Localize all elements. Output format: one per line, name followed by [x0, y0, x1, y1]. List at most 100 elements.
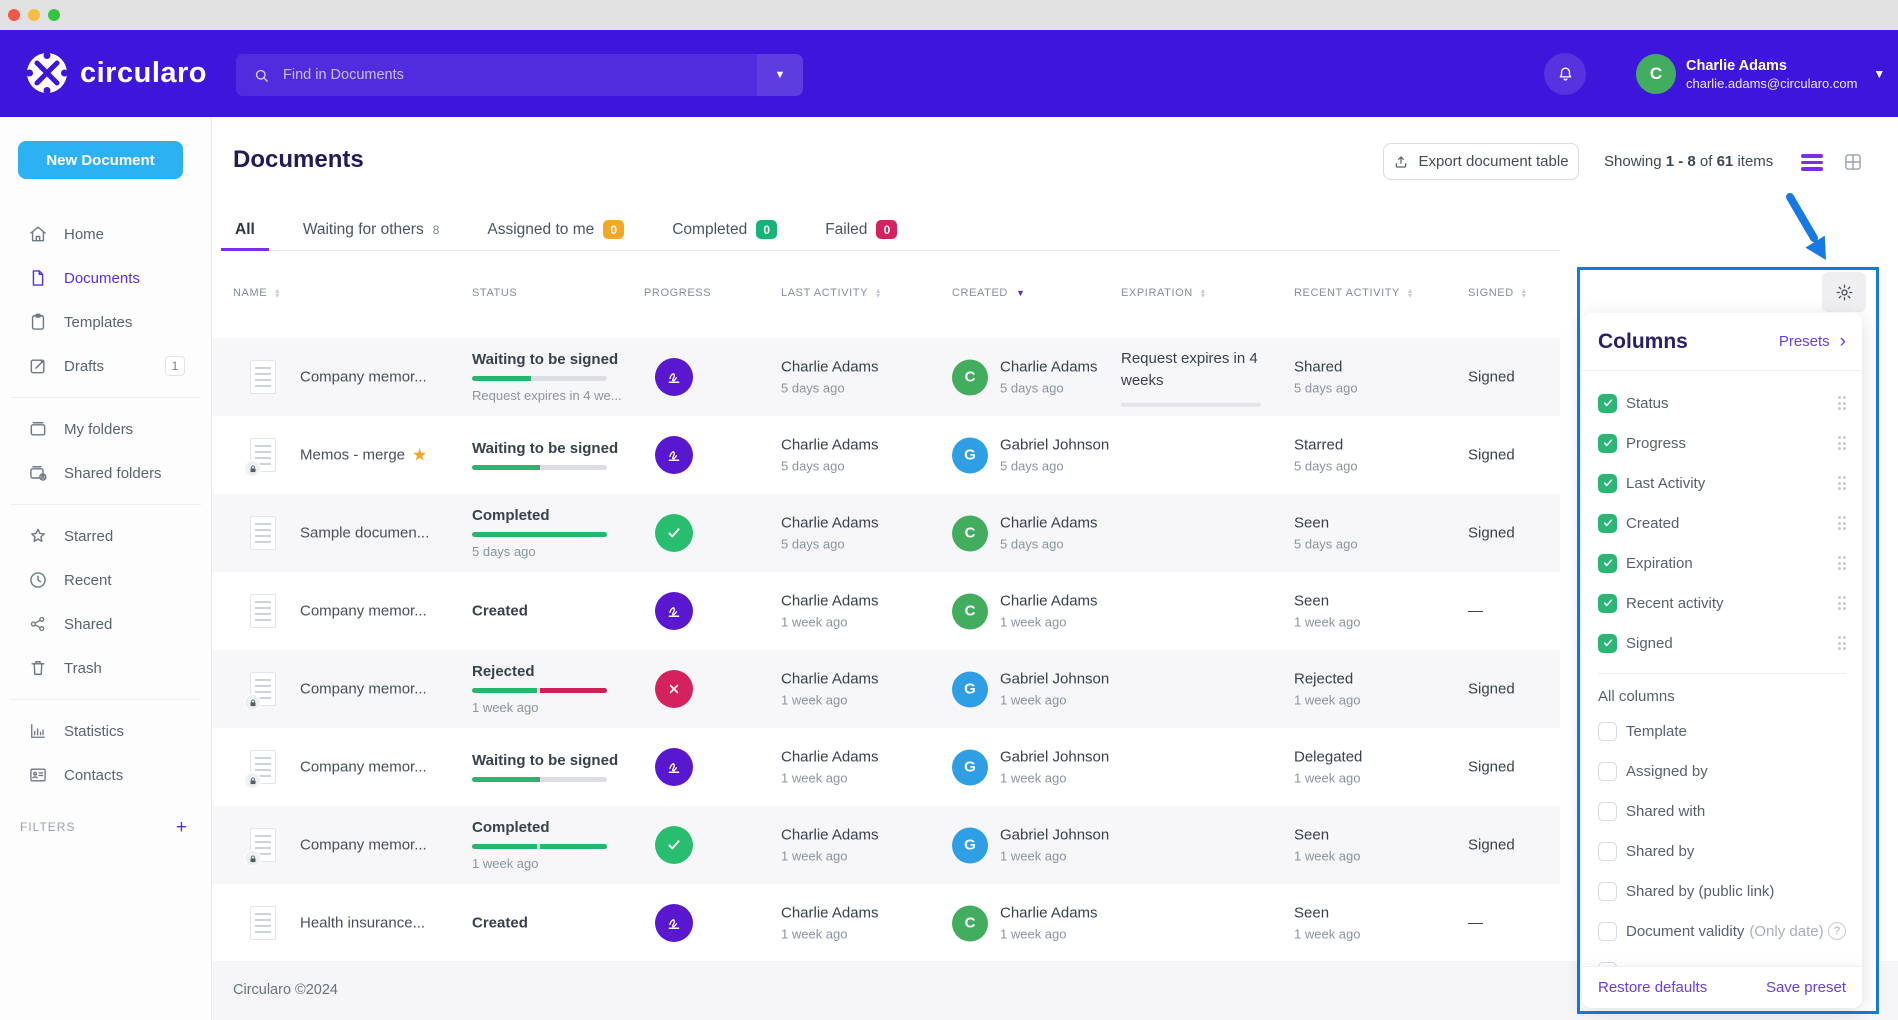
document-name-cell[interactable]: Health insurance...	[300, 915, 465, 932]
column-toggle-row[interactable]: Progress	[1598, 423, 1846, 463]
sidebar-item-documents[interactable]: Documents	[0, 256, 211, 300]
document-name: Company memor...	[300, 681, 465, 698]
notifications-button[interactable]	[1544, 53, 1586, 95]
recent-activity-time: 5 days ago	[1294, 459, 1358, 474]
table-row[interactable]: Health insurance...CreatedCharlie Adams1…	[212, 884, 1560, 962]
column-toggle-row[interactable]: Shared by (public link)	[1598, 871, 1846, 911]
unchecked-checkbox[interactable]	[1598, 802, 1617, 821]
zoom-window-button[interactable]	[48, 9, 60, 21]
drag-handle-icon[interactable]	[1838, 436, 1847, 450]
sidebar-item-trash[interactable]: Trash	[0, 646, 211, 690]
column-header-created[interactable]: CREATED▼	[952, 287, 1025, 299]
restore-defaults-link[interactable]: Restore defaults	[1598, 979, 1707, 996]
presets-button[interactable]: Presets ›	[1779, 332, 1846, 351]
drag-handle-icon[interactable]	[1838, 636, 1847, 650]
column-header-name[interactable]: NAME▴▾	[233, 287, 280, 299]
save-preset-link[interactable]: Save preset	[1766, 979, 1846, 996]
sidebar-item-statistics[interactable]: Statistics	[0, 709, 211, 753]
lock-icon	[244, 694, 261, 711]
column-toggle-row[interactable]: Created	[1598, 503, 1846, 543]
column-header-status[interactable]: STATUS	[472, 287, 517, 299]
sidebar-item-shared-folders[interactable]: Shared folders	[0, 451, 211, 495]
sidebar-item-recent[interactable]: Recent	[0, 558, 211, 602]
column-toggle-label: Template	[1626, 723, 1687, 740]
column-toggle-row[interactable]: Template	[1598, 711, 1846, 751]
column-header-signed[interactable]: SIGNED▴▾	[1468, 287, 1526, 299]
table-row[interactable]: Memos - merge★Waiting to be signedCharli…	[212, 416, 1560, 494]
tab-assigned-to-me[interactable]: Assigned to me0	[485, 209, 626, 250]
checked-checkbox[interactable]	[1598, 554, 1617, 573]
checked-checkbox[interactable]	[1598, 594, 1617, 613]
document-name-cell[interactable]: Sample documen...	[300, 525, 465, 542]
tab-waiting-for-others[interactable]: Waiting for others8	[301, 209, 442, 250]
column-header-recent-activity[interactable]: RECENT ACTIVITY▴▾	[1294, 287, 1413, 299]
search-input[interactable]: Find in Documents ▼	[236, 54, 803, 96]
brand-logo[interactable]: circularo	[26, 52, 207, 94]
document-name-cell[interactable]: Company memor...	[300, 837, 465, 854]
checked-checkbox[interactable]	[1598, 434, 1617, 453]
drag-handle-icon[interactable]	[1838, 476, 1847, 490]
column-header-progress[interactable]: PROGRESS	[644, 287, 711, 299]
checked-checkbox[interactable]	[1598, 394, 1617, 413]
sidebar-item-contacts[interactable]: Contacts	[0, 753, 211, 797]
tab-completed[interactable]: Completed0	[670, 209, 779, 250]
drag-handle-icon[interactable]	[1838, 556, 1847, 570]
drag-handle-icon[interactable]	[1838, 396, 1847, 410]
new-document-button[interactable]: New Document	[18, 141, 183, 179]
column-toggle-row[interactable]: Signed	[1598, 623, 1846, 663]
table-row[interactable]: Company memor...CreatedCharlie Adams1 we…	[212, 572, 1560, 650]
checked-checkbox[interactable]	[1598, 634, 1617, 653]
column-header-last-activity[interactable]: LAST ACTIVITY▴▾	[781, 287, 881, 299]
table-settings-button[interactable]	[1822, 272, 1866, 312]
created-cell: GGabriel Johnson5 days ago	[952, 437, 1109, 474]
add-filter-button[interactable]: +	[176, 818, 187, 837]
table-row[interactable]: Company memor...Waiting to be signedChar…	[212, 728, 1560, 806]
checked-checkbox[interactable]	[1598, 474, 1617, 493]
column-toggle-row[interactable]: Last Activity	[1598, 463, 1846, 503]
table-row[interactable]: Company memor...Rejected1 week agoCharli…	[212, 650, 1560, 728]
checked-checkbox[interactable]	[1598, 514, 1617, 533]
column-toggle-row[interactable]: Expiration	[1598, 543, 1846, 583]
sidebar-item-drafts[interactable]: Drafts1	[0, 344, 211, 388]
column-toggle-row[interactable]: Document validity(Only date)?	[1598, 911, 1846, 951]
search-scope-dropdown[interactable]: ▼	[757, 54, 803, 96]
drag-handle-icon[interactable]	[1838, 516, 1847, 530]
drag-handle-icon[interactable]	[1838, 596, 1847, 610]
sidebar-item-my-folders[interactable]: My folders	[0, 407, 211, 451]
user-menu[interactable]: C Charlie Adams charlie.adams@circularo.…	[1636, 54, 1885, 94]
last-activity-name: Charlie Adams	[781, 905, 879, 922]
column-toggle-row[interactable]: Status	[1598, 383, 1846, 423]
document-icon	[250, 906, 276, 940]
export-document-table-button[interactable]: Export document table	[1383, 143, 1579, 180]
column-header-expiration[interactable]: EXPIRATION▴▾	[1121, 287, 1205, 299]
column-toggle-row[interactable]: Recent activity	[1598, 583, 1846, 623]
column-toggle-row[interactable]	[1598, 951, 1846, 966]
document-name-cell[interactable]: Company memor...	[300, 681, 465, 698]
document-name-cell[interactable]: Company memor...	[300, 759, 465, 776]
document-name-cell[interactable]: Company memor...	[300, 603, 465, 620]
minimize-window-button[interactable]	[28, 9, 40, 21]
unchecked-checkbox[interactable]	[1598, 762, 1617, 781]
sidebar-item-home[interactable]: Home	[0, 212, 211, 256]
unchecked-checkbox[interactable]	[1598, 722, 1617, 741]
tab-failed[interactable]: Failed0	[823, 209, 899, 250]
unchecked-checkbox[interactable]	[1598, 882, 1617, 901]
document-name-cell[interactable]: Memos - merge★	[300, 447, 465, 464]
sidebar-item-shared[interactable]: Shared	[0, 602, 211, 646]
table-row[interactable]: Company memor...Waiting to be signedRequ…	[212, 338, 1560, 416]
unchecked-checkbox[interactable]	[1598, 922, 1617, 941]
column-toggle-row[interactable]: Assigned by	[1598, 751, 1846, 791]
help-icon[interactable]: ?	[1828, 922, 1846, 940]
table-row[interactable]: Sample documen...Completed5 days agoChar…	[212, 494, 1560, 572]
grid-view-button[interactable]	[1843, 152, 1863, 172]
sidebar-item-starred[interactable]: Starred	[0, 514, 211, 558]
list-view-button[interactable]	[1801, 154, 1823, 171]
column-toggle-row[interactable]: Shared with	[1598, 791, 1846, 831]
sidebar-item-templates[interactable]: Templates	[0, 300, 211, 344]
table-row[interactable]: Company memor...Completed1 week agoCharl…	[212, 806, 1560, 884]
column-toggle-row[interactable]: Shared by	[1598, 831, 1846, 871]
close-window-button[interactable]	[8, 9, 20, 21]
unchecked-checkbox[interactable]	[1598, 842, 1617, 861]
document-name-cell[interactable]: Company memor...	[300, 369, 465, 386]
tab-all[interactable]: All	[233, 209, 257, 250]
